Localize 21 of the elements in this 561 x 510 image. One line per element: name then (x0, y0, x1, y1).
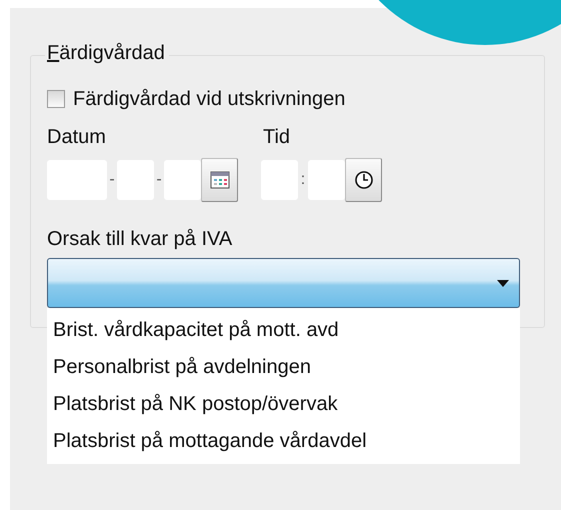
checkbox[interactable] (47, 90, 65, 108)
dropdown-option[interactable]: Personalbrist på avdelningen (47, 349, 520, 386)
dropdown-option[interactable]: Platsbrist på NK postop/övervak (47, 386, 520, 423)
minute-field[interactable] (308, 160, 345, 200)
date-label: Datum (47, 125, 107, 150)
date-separator: - (155, 171, 163, 189)
calendar-button[interactable] (201, 158, 238, 202)
clock-icon (354, 170, 374, 190)
dropdown-option[interactable]: Platsbrist på mottagande vårdavdel (47, 423, 520, 460)
group-legend: Färdigvårdad (45, 40, 169, 66)
date-separator: - (108, 171, 116, 189)
time-separator: : (300, 171, 306, 189)
reason-label: Orsak till kvar på IVA (47, 227, 234, 252)
dropdown-option[interactable]: Brist. vårdkapacitet på mott. avd (47, 312, 520, 349)
day-field[interactable] (164, 160, 201, 200)
calendar-icon (210, 171, 230, 189)
checkbox-label: Färdigvårdad vid utskrivningen (73, 87, 346, 112)
clock-button[interactable] (345, 158, 382, 202)
time-label: Tid (263, 125, 290, 150)
dropdown-arrow-icon (497, 280, 509, 286)
reason-dropdown[interactable] (47, 258, 520, 308)
